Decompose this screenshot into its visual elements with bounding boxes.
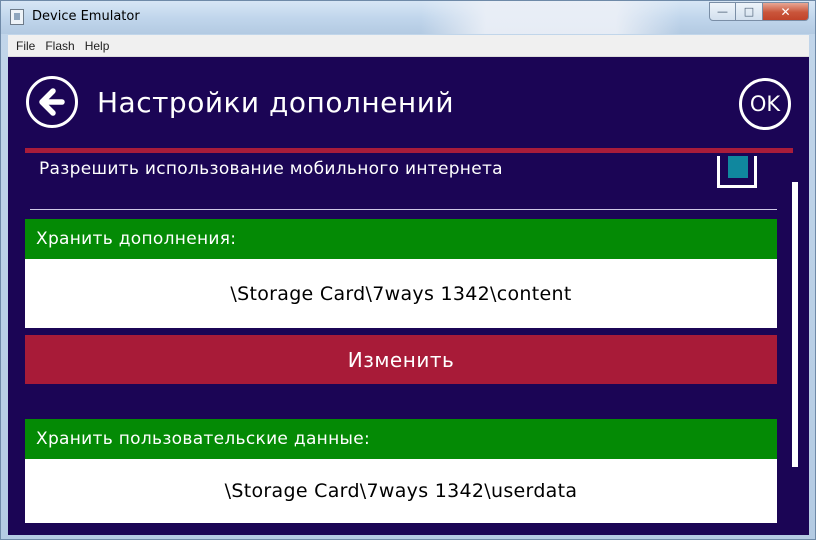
- caption-buttons: — □ ✕: [709, 2, 809, 22]
- maximize-button[interactable]: □: [736, 2, 763, 21]
- app-icon: [10, 9, 24, 25]
- window-title: Device Emulator: [32, 9, 140, 24]
- addons-storage-path: \Storage Card\7ways 1342\content: [25, 259, 777, 328]
- divider: [30, 209, 777, 210]
- title-bar[interactable]: Device Emulator — □ ✕: [1, 1, 815, 34]
- userdata-storage-header: Хранить пользовательские данные:: [25, 419, 777, 459]
- maximize-icon: □: [743, 5, 755, 18]
- back-button[interactable]: [26, 76, 78, 128]
- addons-storage-header: Хранить дополнения:: [25, 219, 777, 259]
- ok-button[interactable]: OK: [739, 78, 791, 130]
- mobile-internet-label: Разрешить использование мобильного интер…: [39, 159, 503, 179]
- close-icon: ✕: [780, 4, 791, 19]
- minimize-icon: —: [717, 5, 728, 18]
- device-screen: Настройки дополнений OK Разрешить исполь…: [8, 57, 809, 535]
- scrollbar[interactable]: [792, 182, 798, 467]
- menu-flash[interactable]: Flash: [45, 39, 74, 53]
- menu-file[interactable]: File: [16, 39, 35, 53]
- page-title: Настройки дополнений: [97, 86, 455, 119]
- mobile-internet-checkbox[interactable]: [717, 156, 757, 188]
- userdata-storage-path: \Storage Card\7ways 1342\userdata: [25, 459, 777, 523]
- menu-help[interactable]: Help: [85, 39, 110, 53]
- checkbox-checked-indicator: [728, 156, 748, 178]
- arrow-left-icon: [39, 88, 65, 116]
- close-button[interactable]: ✕: [763, 2, 809, 21]
- title-bar-reflection: [421, 1, 681, 34]
- minimize-button[interactable]: —: [709, 2, 736, 21]
- header-divider-bar: [25, 148, 793, 153]
- emulator-window: Device Emulator — □ ✕ File Flash Help На…: [0, 0, 816, 540]
- change-button[interactable]: Изменить: [25, 335, 777, 384]
- menu-bar: File Flash Help: [8, 35, 809, 57]
